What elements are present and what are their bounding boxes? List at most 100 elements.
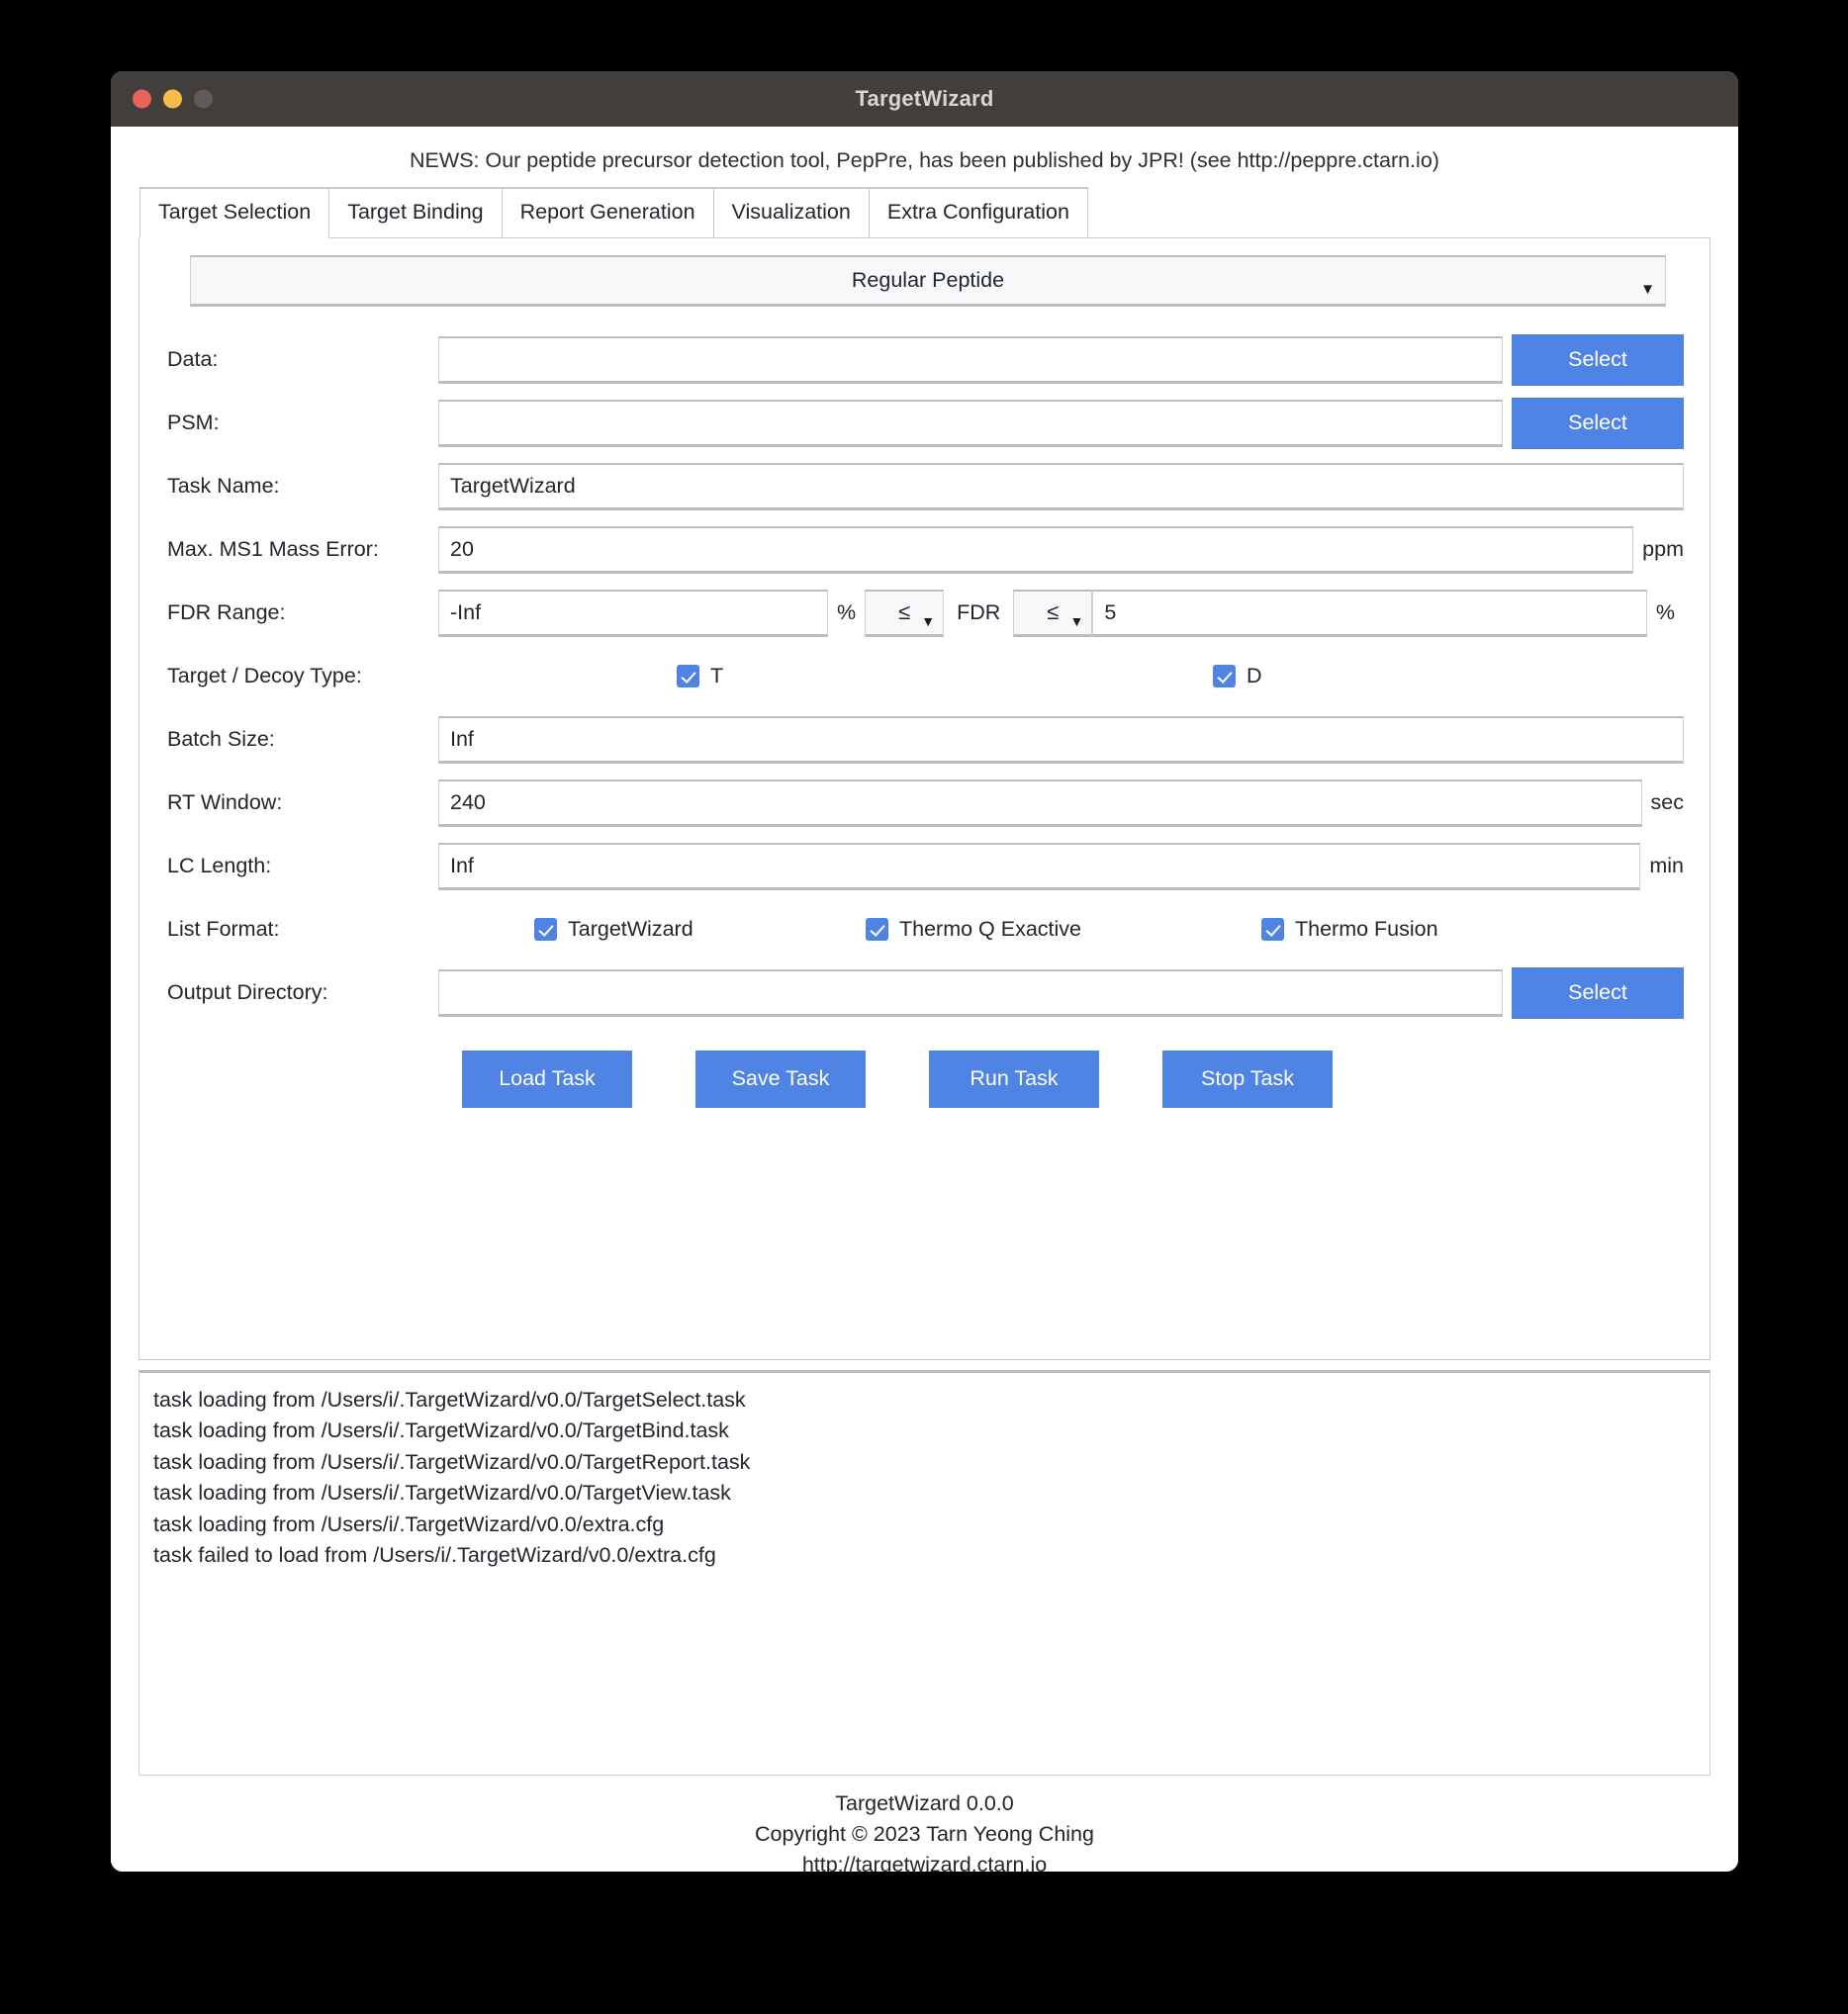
row-lc-length: LC Length: Inf min: [153, 835, 1684, 898]
window-content: NEWS: Our peptide precursor detection to…: [111, 127, 1738, 1872]
news-banner: NEWS: Our peptide precursor detection to…: [139, 127, 1710, 187]
row-target-decoy: Target / Decoy Type: T D: [153, 645, 1684, 708]
row-task-name: Task Name: TargetWizard: [153, 455, 1684, 518]
task-name-input[interactable]: TargetWizard: [438, 463, 1684, 510]
fdr-right-operator-dropdown[interactable]: ≤ ▼: [1013, 590, 1092, 637]
fdr-range-label: FDR Range:: [153, 600, 438, 625]
fdr-min-input[interactable]: -Inf: [438, 590, 828, 637]
log-line: task loading from /Users/i/.TargetWizard…: [153, 1510, 1696, 1541]
decoy-type-checkbox-item[interactable]: D: [1213, 664, 1262, 688]
list-format-thermo-fusion-item[interactable]: Thermo Fusion: [1261, 917, 1438, 942]
checkbox-checked-icon[interactable]: [677, 665, 699, 687]
run-task-button[interactable]: Run Task: [929, 1051, 1099, 1108]
form-rows: Data: Select PSM: Select Task Name: Targ…: [153, 328, 1684, 1025]
peptide-type-dropdown[interactable]: Regular Peptide ▼: [190, 255, 1666, 307]
fdr-middle-label: FDR: [957, 600, 1000, 625]
mass-error-label: Max. MS1 Mass Error:: [153, 537, 438, 562]
application-window: TargetWizard NEWS: Our peptide precursor…: [111, 71, 1738, 1872]
target-type-checkbox-item[interactable]: T: [677, 664, 723, 688]
checkbox-checked-icon[interactable]: [866, 918, 888, 941]
output-directory-select-button[interactable]: Select: [1512, 967, 1684, 1019]
desktop-background: TargetWizard NEWS: Our peptide precursor…: [0, 0, 1848, 2014]
homepage-url: http://targetwizard.ctarn.io: [139, 1850, 1710, 1872]
lc-length-unit: min: [1649, 854, 1684, 878]
fdr-right-operator-value: ≤: [1047, 599, 1059, 625]
log-line: task loading from /Users/i/.TargetWizard…: [153, 1478, 1696, 1510]
fdr-left-operator-dropdown[interactable]: ≤ ▼: [865, 590, 944, 637]
batch-size-label: Batch Size:: [153, 727, 438, 752]
tab-target-selection[interactable]: Target Selection: [139, 187, 329, 238]
row-rt-window: RT Window: 240 sec: [153, 772, 1684, 835]
tab-extra-configuration[interactable]: Extra Configuration: [869, 187, 1088, 238]
log-output-panel[interactable]: task loading from /Users/i/.TargetWizard…: [139, 1370, 1710, 1776]
list-format-thermo-q-exactive-label: Thermo Q Exactive: [899, 917, 1081, 942]
log-line: task loading from /Users/i/.TargetWizard…: [153, 1416, 1696, 1447]
checkbox-checked-icon[interactable]: [1261, 918, 1284, 941]
data-label: Data:: [153, 347, 438, 372]
rt-window-unit: sec: [1651, 790, 1684, 815]
row-batch-size: Batch Size: Inf: [153, 708, 1684, 772]
log-line: task failed to load from /Users/i/.Targe…: [153, 1540, 1696, 1572]
target-decoy-label: Target / Decoy Type:: [153, 664, 438, 688]
rt-window-input[interactable]: 240: [438, 779, 1642, 827]
tab-bar-filler: [1087, 237, 1710, 238]
psm-label: PSM:: [153, 411, 438, 435]
fdr-max-unit: %: [1656, 600, 1675, 625]
mass-error-input[interactable]: 20: [438, 526, 1633, 574]
psm-input[interactable]: [438, 400, 1503, 447]
chevron-down-icon: ▼: [1069, 614, 1083, 628]
tab-bar: Target Selection Target Binding Report G…: [139, 187, 1710, 238]
stop-task-button[interactable]: Stop Task: [1162, 1051, 1333, 1108]
tab-target-binding[interactable]: Target Binding: [328, 187, 502, 238]
footer: TargetWizard 0.0.0 Copyright © 2023 Tarn…: [139, 1776, 1710, 1872]
chevron-down-icon: ▼: [1640, 282, 1655, 297]
list-format-thermo-fusion-label: Thermo Fusion: [1295, 917, 1438, 942]
log-line: task loading from /Users/i/.TargetWizard…: [153, 1447, 1696, 1479]
list-format-thermo-q-exactive-item[interactable]: Thermo Q Exactive: [866, 917, 1081, 942]
app-version: TargetWizard 0.0.0: [139, 1788, 1710, 1819]
decoy-type-label: D: [1247, 664, 1262, 688]
batch-size-input[interactable]: Inf: [438, 716, 1684, 764]
list-format-label: List Format:: [153, 917, 438, 942]
lc-length-input[interactable]: Inf: [438, 843, 1640, 890]
log-line: task loading from /Users/i/.TargetWizard…: [153, 1385, 1696, 1417]
fdr-min-unit: %: [837, 600, 856, 625]
row-data: Data: Select: [153, 328, 1684, 392]
psm-select-button[interactable]: Select: [1512, 398, 1684, 449]
window-titlebar: TargetWizard: [111, 71, 1738, 127]
window-controls: [133, 90, 213, 109]
tab-report-generation[interactable]: Report Generation: [502, 187, 714, 238]
lc-length-label: LC Length:: [153, 854, 438, 878]
fdr-max-input[interactable]: 5: [1092, 590, 1647, 637]
target-selection-panel: Regular Peptide ▼ Data: Select PSM: Sele: [139, 237, 1710, 1360]
fdr-range-controls: -Inf % ≤ ▼ FDR ≤ ▼ 5: [438, 590, 1684, 637]
output-directory-input[interactable]: [438, 969, 1503, 1017]
minimize-window-button[interactable]: [163, 90, 182, 109]
tab-visualization[interactable]: Visualization: [713, 187, 870, 238]
copyright-notice: Copyright © 2023 Tarn Yeong Ching: [139, 1819, 1710, 1850]
checkbox-checked-icon[interactable]: [1213, 665, 1236, 687]
row-output-directory: Output Directory: Select: [153, 961, 1684, 1025]
row-mass-error: Max. MS1 Mass Error: 20 ppm: [153, 518, 1684, 582]
zoom-window-button[interactable]: [194, 90, 213, 109]
load-task-button[interactable]: Load Task: [462, 1051, 632, 1108]
data-input[interactable]: [438, 336, 1503, 384]
mass-error-unit: ppm: [1642, 537, 1684, 562]
data-select-button[interactable]: Select: [1512, 334, 1684, 386]
rt-window-label: RT Window:: [153, 790, 438, 815]
task-name-label: Task Name:: [153, 474, 438, 499]
list-format-targetwizard-label: TargetWizard: [568, 917, 693, 942]
chevron-down-icon: ▼: [921, 614, 935, 628]
row-list-format: List Format: TargetWizard Thermo Q Exact…: [153, 898, 1684, 961]
window-title: TargetWizard: [856, 86, 994, 112]
checkbox-checked-icon[interactable]: [534, 918, 557, 941]
action-button-row: Load Task Save Task Run Task Stop Task: [153, 1051, 1684, 1108]
target-type-label: T: [710, 664, 723, 688]
list-format-targetwizard-item[interactable]: TargetWizard: [534, 917, 693, 942]
peptide-type-value: Regular Peptide: [852, 268, 1004, 293]
close-window-button[interactable]: [133, 90, 151, 109]
row-psm: PSM: Select: [153, 392, 1684, 455]
row-fdr-range: FDR Range: -Inf % ≤ ▼ FDR ≤ ▼: [153, 582, 1684, 645]
output-directory-label: Output Directory:: [153, 980, 438, 1005]
save-task-button[interactable]: Save Task: [695, 1051, 866, 1108]
